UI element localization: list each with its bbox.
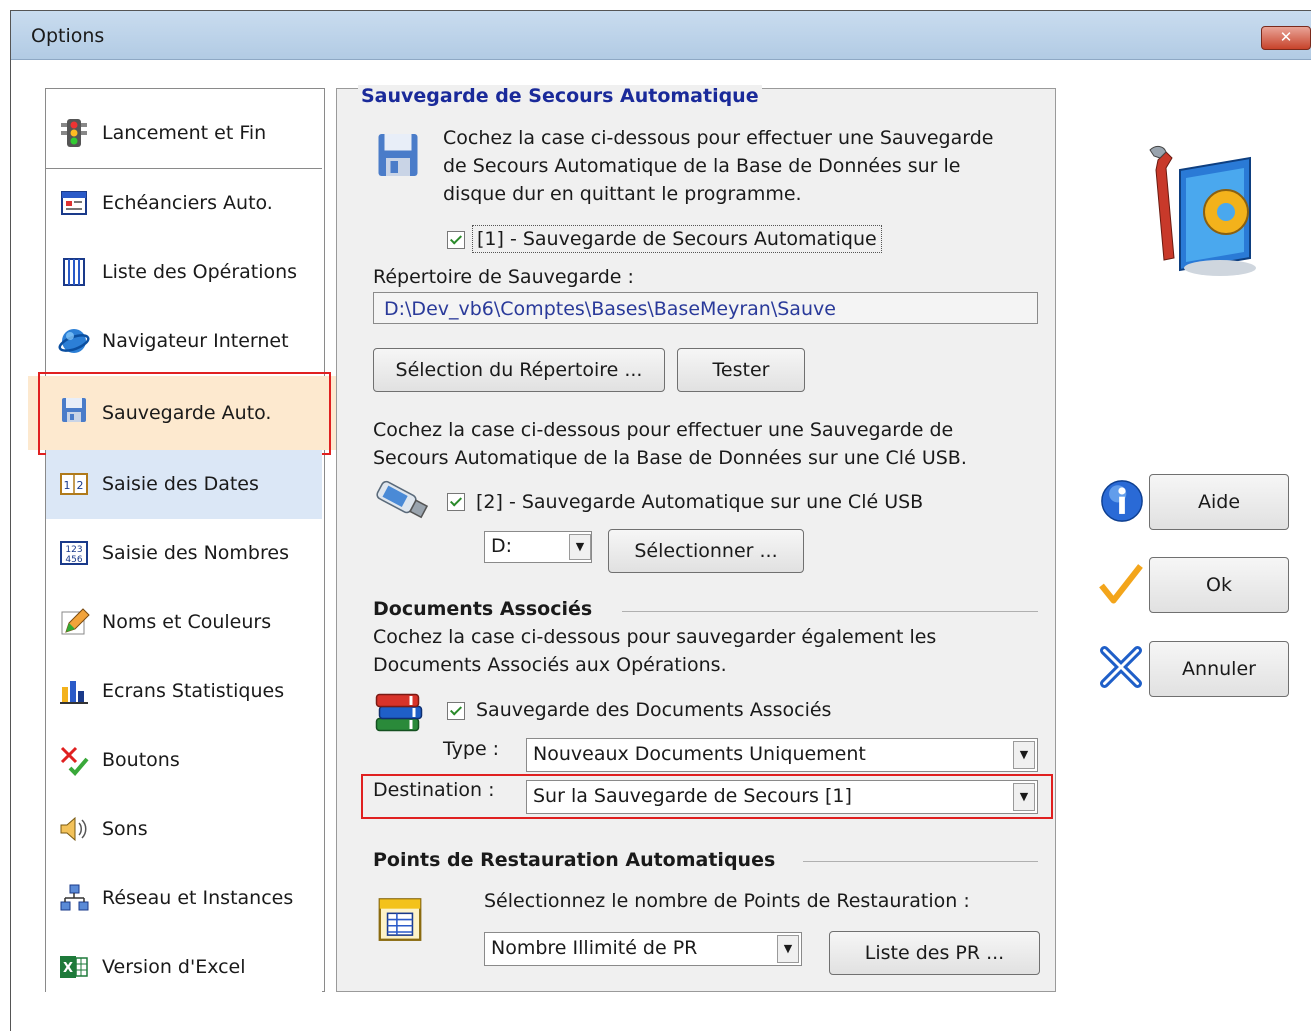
usb-checkbox[interactable] — [447, 493, 465, 511]
documents-section-title: Documents Associés — [373, 598, 593, 620]
select-directory-button[interactable]: Sélection du Répertoire ... — [373, 348, 665, 392]
sidebar-item-nombres[interactable]: 123 456 Saisie des Nombres — [46, 519, 322, 589]
cancel-x-icon — [1100, 646, 1142, 688]
documents-description: Cochez la case ci-dessous pour sauvegard… — [373, 626, 937, 648]
type-select-value: Nouveaux Documents Uniquement — [533, 743, 866, 765]
drive-select[interactable]: D: ▼ — [484, 531, 592, 563]
sidebar-item-dates[interactable]: 1 2 Saisie des Dates — [46, 450, 322, 520]
type-label: Type : — [443, 738, 500, 760]
buttons-icon — [60, 746, 89, 776]
backup-checkbox-1-label[interactable]: [1] - Sauvegarde de Secours Automatique — [472, 225, 882, 253]
chevron-down-icon[interactable]: ▼ — [569, 534, 591, 560]
numbers-icon: 123 456 — [60, 541, 88, 565]
date-icon: 1 2 — [60, 473, 88, 495]
sidebar-item-label: Saisie des Dates — [102, 473, 259, 495]
highlight-destination — [361, 774, 1053, 819]
restore-count-select[interactable]: Nombre Illimité de PR ▼ — [484, 932, 802, 966]
traffic-light-icon — [61, 119, 87, 147]
documents-description: Documents Associés aux Opérations. — [373, 654, 727, 676]
restore-list-button[interactable]: Liste des PR ... — [829, 931, 1040, 975]
sidebar-item-label: Noms et Couleurs — [102, 611, 272, 633]
bar-chart-icon — [60, 681, 88, 704]
help-button[interactable]: Aide — [1149, 474, 1289, 530]
backup-description: Cochez la case ci-dessous pour effectuer… — [443, 127, 994, 149]
pencil-icon — [61, 608, 90, 635]
highlight-sauvegarde — [38, 372, 331, 455]
sidebar-item-label: Ecrans Statistiques — [102, 680, 285, 702]
info-icon — [1101, 480, 1143, 522]
select-usb-button[interactable]: Sélectionner ... — [608, 529, 804, 573]
restore-points-icon — [378, 898, 422, 941]
network-icon — [60, 884, 89, 911]
settings-tools-icon — [1149, 145, 1256, 276]
sidebar-item-excel[interactable]: X Version d'Excel — [46, 933, 322, 1002]
sidebar-item-noms[interactable]: Noms et Couleurs — [46, 588, 322, 658]
sidebar-item-reseau[interactable]: Réseau et Instances — [46, 864, 322, 934]
sidebar-item-label: Boutons — [102, 749, 180, 771]
restore-description: Sélectionnez le nombre de Points de Rest… — [484, 890, 970, 912]
backup-checkbox-1[interactable] — [447, 231, 465, 249]
svg-text:2: 2 — [77, 479, 84, 492]
backup-description: de Secours Automatique de la Base de Don… — [443, 155, 961, 177]
sidebar-item-label: Version d'Excel — [102, 956, 246, 978]
sidebar-item-label: Liste des Opérations — [102, 261, 298, 283]
documents-checkbox[interactable] — [447, 702, 465, 720]
window-title: Options — [31, 25, 105, 47]
title-bar: Options ✕ — [11, 11, 1311, 60]
svg-text:1: 1 — [64, 479, 71, 492]
sidebar-item-label: Lancement et Fin — [102, 122, 267, 144]
restore-section-title: Points de Restauration Automatiques — [373, 849, 776, 871]
books-icon — [375, 693, 423, 732]
cancel-button[interactable]: Annuler — [1149, 641, 1289, 697]
usb-description: Secours Automatique de la Base de Donnée… — [373, 447, 967, 469]
svg-text:123: 123 — [65, 545, 82, 555]
usb-key-icon — [376, 480, 429, 519]
section-divider — [622, 611, 1038, 612]
chevron-down-icon[interactable]: ▼ — [1013, 741, 1035, 769]
globe-icon — [58, 329, 90, 353]
sidebar-item-label: Réseau et Instances — [102, 887, 294, 909]
speaker-icon — [60, 816, 87, 842]
sidebar-item-operations[interactable]: Liste des Opérations — [46, 238, 322, 308]
chevron-down-icon[interactable]: ▼ — [777, 935, 799, 963]
sidebar-item-navigateur[interactable]: Navigateur Internet — [46, 307, 322, 377]
backup-dir-label: Répertoire de Sauvegarde : — [373, 266, 634, 288]
usb-checkbox-label[interactable]: [2] - Sauvegarde Automatique sur une Clé… — [476, 488, 923, 516]
calendar-icon — [61, 191, 87, 215]
drive-select-value: D: — [491, 535, 513, 557]
sidebar-item-statistiques[interactable]: Ecrans Statistiques — [46, 657, 322, 727]
svg-text:456: 456 — [65, 555, 82, 565]
sidebar-item-label: Echéanciers Auto. — [102, 192, 273, 214]
restore-count-value: Nombre Illimité de PR — [491, 937, 698, 959]
usb-description: Cochez la case ci-dessous pour effectuer… — [373, 419, 954, 441]
sidebar-item-sons[interactable]: Sons — [46, 795, 322, 865]
section-divider — [803, 861, 1038, 862]
test-button[interactable]: Tester — [677, 348, 805, 392]
sidebar-item-label: Saisie des Nombres — [102, 542, 289, 564]
sidebar-item-echeanciers[interactable]: Echéanciers Auto. — [46, 169, 322, 239]
documents-checkbox-label[interactable]: Sauvegarde des Documents Associés — [476, 696, 831, 724]
checkmark-icon — [1099, 564, 1143, 604]
backup-description: disque dur en quittant le programme. — [443, 183, 802, 205]
ok-button[interactable]: Ok — [1149, 557, 1289, 613]
list-icon — [63, 258, 85, 286]
svg-text:X: X — [63, 961, 73, 976]
close-button[interactable]: ✕ — [1261, 26, 1311, 50]
type-select[interactable]: Nouveaux Documents Uniquement ▼ — [526, 738, 1038, 772]
sidebar-item-boutons[interactable]: Boutons — [46, 726, 322, 796]
sidebar-item-label: Sons — [102, 818, 148, 840]
backup-dir-field[interactable]: D:\Dev_vb6\Comptes\Bases\BaseMeyran\Sauv… — [373, 292, 1038, 324]
excel-icon: X — [60, 956, 88, 978]
sidebar-item-lancement[interactable]: Lancement et Fin — [46, 99, 322, 169]
floppy-disk-icon — [378, 134, 418, 176]
group-title: Sauvegarde de Secours Automatique — [358, 85, 762, 107]
sidebar-item-label: Navigateur Internet — [102, 330, 289, 352]
